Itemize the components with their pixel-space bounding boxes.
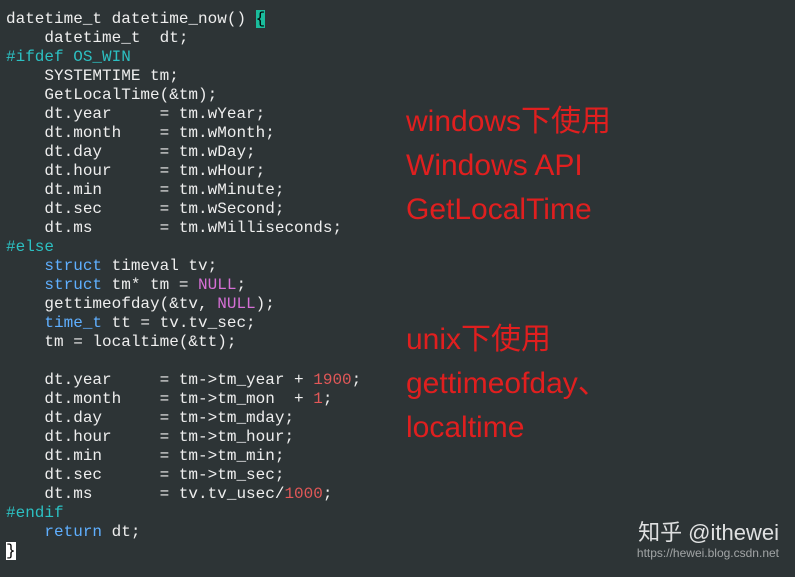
preproc-else: #else	[6, 238, 54, 256]
annotation-windows: windows下使用Windows APIGetLocalTime	[406, 100, 611, 232]
brace-open-highlight: {	[256, 10, 266, 28]
preproc-endif: #endif	[6, 504, 64, 522]
annotation-unix: unix下使用gettimeofday、localtime	[406, 318, 608, 450]
watermark-url: https://hewei.blog.csdn.net	[637, 544, 779, 563]
preproc-ifdef: #ifdef OS_WIN	[6, 48, 131, 66]
watermark: 知乎 @ithewei https://hewei.blog.csdn.net	[637, 523, 779, 563]
code-block: datetime_t datetime_now() { datetime_t d…	[6, 10, 789, 561]
brace-close-highlight: }	[6, 542, 16, 560]
watermark-author: 知乎 @ithewei	[637, 523, 779, 542]
